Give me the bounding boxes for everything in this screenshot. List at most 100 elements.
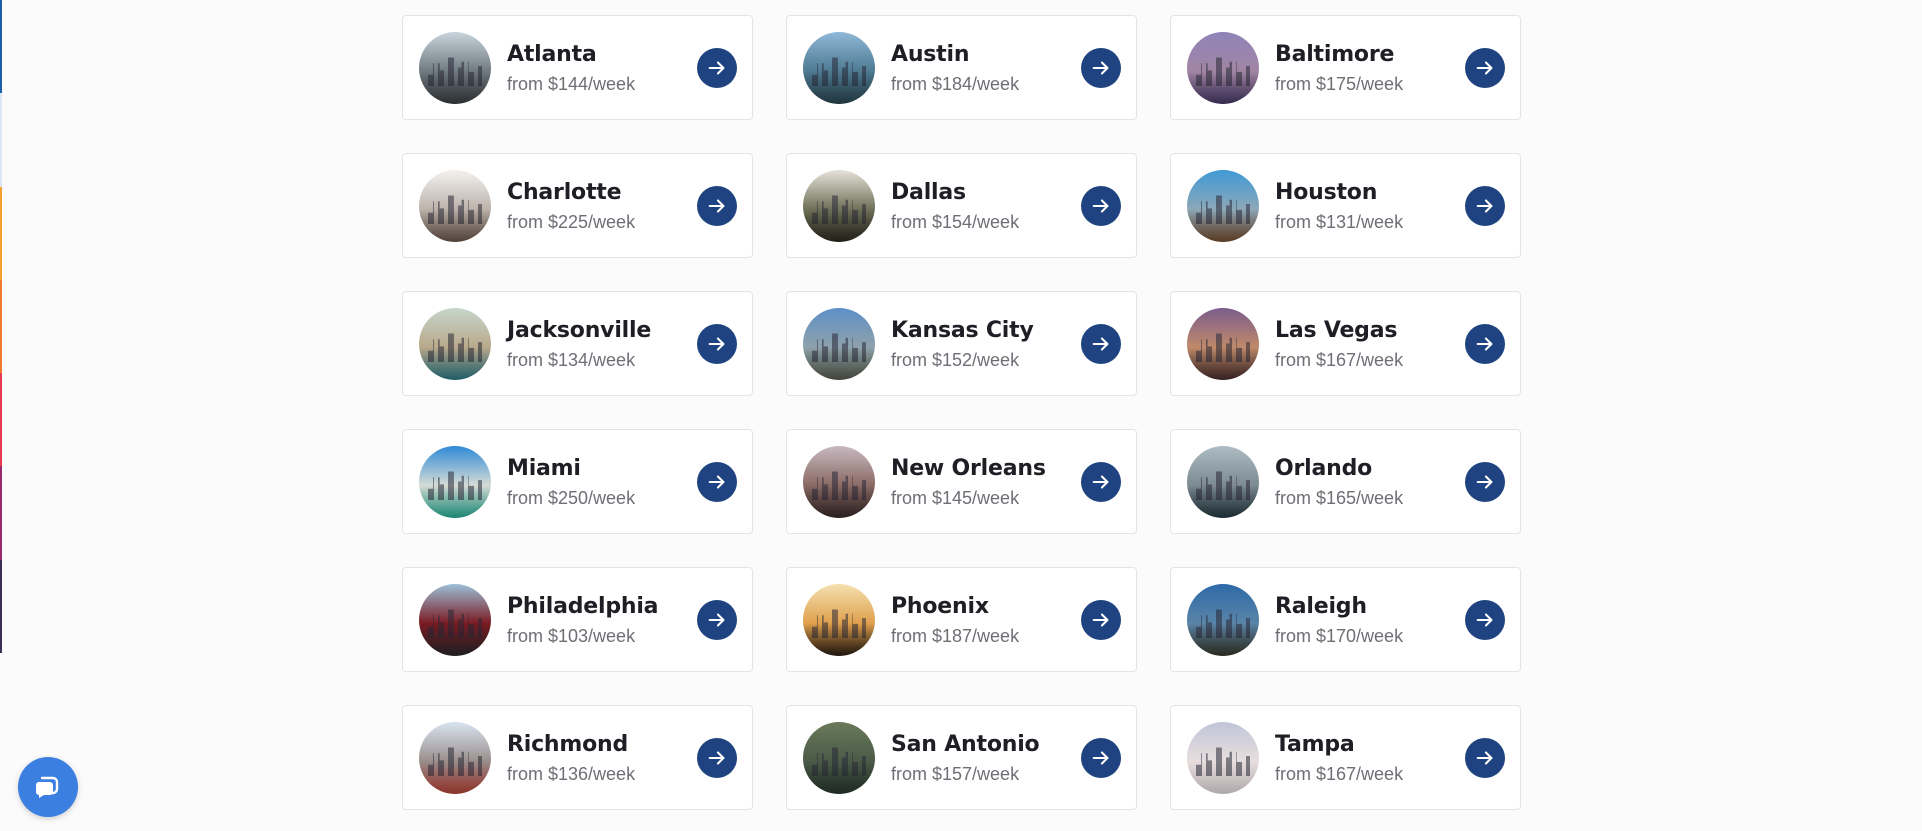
city-price: from $154/week: [891, 211, 1020, 232]
city-price: from $184/week: [891, 73, 1020, 94]
city-text: Dallas from $154/week: [891, 179, 1081, 233]
city-name: San Antonio: [891, 731, 1040, 757]
city-text: Richmond from $136/week: [507, 731, 697, 785]
city-text: Charlotte from $225/week: [507, 179, 697, 233]
city-text: Baltimore from $175/week: [1275, 41, 1465, 95]
city-price: from $152/week: [891, 349, 1020, 370]
arrow-right-icon[interactable]: [697, 461, 737, 502]
city-card[interactable]: San Antonio from $157/week: [786, 705, 1137, 810]
city-price: from $225/week: [507, 211, 636, 232]
city-name: Philadelphia: [507, 593, 659, 619]
city-price: from $145/week: [891, 487, 1020, 508]
arrow-right-icon[interactable]: [697, 47, 737, 88]
city-name: New Orleans: [891, 455, 1046, 481]
city-text: Philadelphia from $103/week: [507, 593, 697, 647]
city-price: from $187/week: [891, 625, 1020, 646]
city-card[interactable]: Atlanta from $144/week: [402, 15, 753, 120]
city-price: from $144/week: [507, 73, 636, 94]
city-text: New Orleans from $145/week: [891, 455, 1081, 509]
city-text: Raleigh from $170/week: [1275, 593, 1465, 647]
city-name: Las Vegas: [1275, 317, 1398, 343]
city-text: Las Vegas from $167/week: [1275, 317, 1465, 371]
arrow-right-icon[interactable]: [1465, 461, 1505, 502]
city-name: Dallas: [891, 179, 966, 205]
city-name: Richmond: [507, 731, 629, 757]
city-card[interactable]: Tampa from $167/week: [1170, 705, 1521, 810]
city-text: Houston from $131/week: [1275, 179, 1465, 233]
city-price: from $167/week: [1275, 349, 1404, 370]
city-name: Kansas City: [891, 317, 1034, 343]
arrow-right-icon[interactable]: [1081, 599, 1121, 640]
city-photo: [1187, 445, 1259, 518]
city-card[interactable]: Austin from $184/week: [786, 15, 1137, 120]
city-price: from $165/week: [1275, 487, 1404, 508]
city-photo: [419, 583, 491, 656]
city-card[interactable]: Phoenix from $187/week: [786, 567, 1137, 672]
arrow-right-icon[interactable]: [1081, 47, 1121, 88]
city-photo: [803, 169, 875, 242]
city-card[interactable]: Miami from $250/week: [402, 429, 753, 534]
city-grid: Atlanta from $144/week Austin from $184/…: [402, 15, 1521, 810]
city-price: from $157/week: [891, 763, 1020, 784]
city-card[interactable]: Dallas from $154/week: [786, 153, 1137, 258]
city-text: Kansas City from $152/week: [891, 317, 1081, 371]
arrow-right-icon[interactable]: [697, 599, 737, 640]
stripe-segment: [0, 186, 2, 280]
arrow-right-icon[interactable]: [1465, 47, 1505, 88]
city-text: Phoenix from $187/week: [891, 593, 1081, 647]
city-text: Atlanta from $144/week: [507, 41, 697, 95]
city-card[interactable]: Houston from $131/week: [1170, 153, 1521, 258]
city-photo: [803, 31, 875, 104]
city-photo: [803, 307, 875, 380]
city-price: from $134/week: [507, 349, 636, 370]
stripe-segment: [0, 279, 2, 374]
arrow-right-icon[interactable]: [1081, 737, 1121, 778]
stripe-segment: [0, 93, 2, 187]
city-name: Orlando: [1275, 455, 1373, 481]
city-price: from $170/week: [1275, 625, 1404, 646]
city-price: from $250/week: [507, 487, 636, 508]
city-photo: [803, 583, 875, 656]
city-card[interactable]: Orlando from $165/week: [1170, 429, 1521, 534]
city-photo: [419, 307, 491, 380]
arrow-right-icon[interactable]: [697, 737, 737, 778]
city-card[interactable]: Richmond from $136/week: [402, 705, 753, 810]
city-photo: [1187, 721, 1259, 794]
city-text: Miami from $250/week: [507, 455, 697, 509]
city-card[interactable]: Charlotte from $225/week: [402, 153, 753, 258]
city-photo: [1187, 307, 1259, 380]
arrow-right-icon[interactable]: [1081, 323, 1121, 364]
city-card[interactable]: New Orleans from $145/week: [786, 429, 1137, 534]
side-color-stripe: [0, 0, 2, 653]
arrow-right-icon[interactable]: [1465, 185, 1505, 226]
city-photo: [419, 445, 491, 518]
city-price: from $175/week: [1275, 73, 1404, 94]
city-photo: [419, 31, 491, 104]
city-name: Jacksonville: [507, 317, 652, 343]
stripe-segment: [0, 0, 2, 94]
city-name: Baltimore: [1275, 41, 1395, 67]
city-price: from $103/week: [507, 625, 636, 646]
city-price: from $167/week: [1275, 763, 1404, 784]
arrow-right-icon[interactable]: [1465, 323, 1505, 364]
city-photo: [419, 721, 491, 794]
city-card[interactable]: Kansas City from $152/week: [786, 291, 1137, 396]
arrow-right-icon[interactable]: [1081, 461, 1121, 502]
city-name: Atlanta: [507, 41, 597, 67]
city-photo: [1187, 31, 1259, 104]
arrow-right-icon[interactable]: [1081, 185, 1121, 226]
city-name: Miami: [507, 455, 581, 481]
city-card[interactable]: Baltimore from $175/week: [1170, 15, 1521, 120]
city-card[interactable]: Jacksonville from $134/week: [402, 291, 753, 396]
city-name: Charlotte: [507, 179, 622, 205]
city-photo: [1187, 583, 1259, 656]
arrow-right-icon[interactable]: [1465, 737, 1505, 778]
arrow-right-icon[interactable]: [1465, 599, 1505, 640]
city-card[interactable]: Las Vegas from $167/week: [1170, 291, 1521, 396]
arrow-right-icon[interactable]: [697, 185, 737, 226]
city-card[interactable]: Raleigh from $170/week: [1170, 567, 1521, 672]
arrow-right-icon[interactable]: [697, 323, 737, 364]
chat-bubble-icon[interactable]: [18, 757, 78, 817]
city-name: Phoenix: [891, 593, 989, 619]
city-card[interactable]: Philadelphia from $103/week: [402, 567, 753, 672]
